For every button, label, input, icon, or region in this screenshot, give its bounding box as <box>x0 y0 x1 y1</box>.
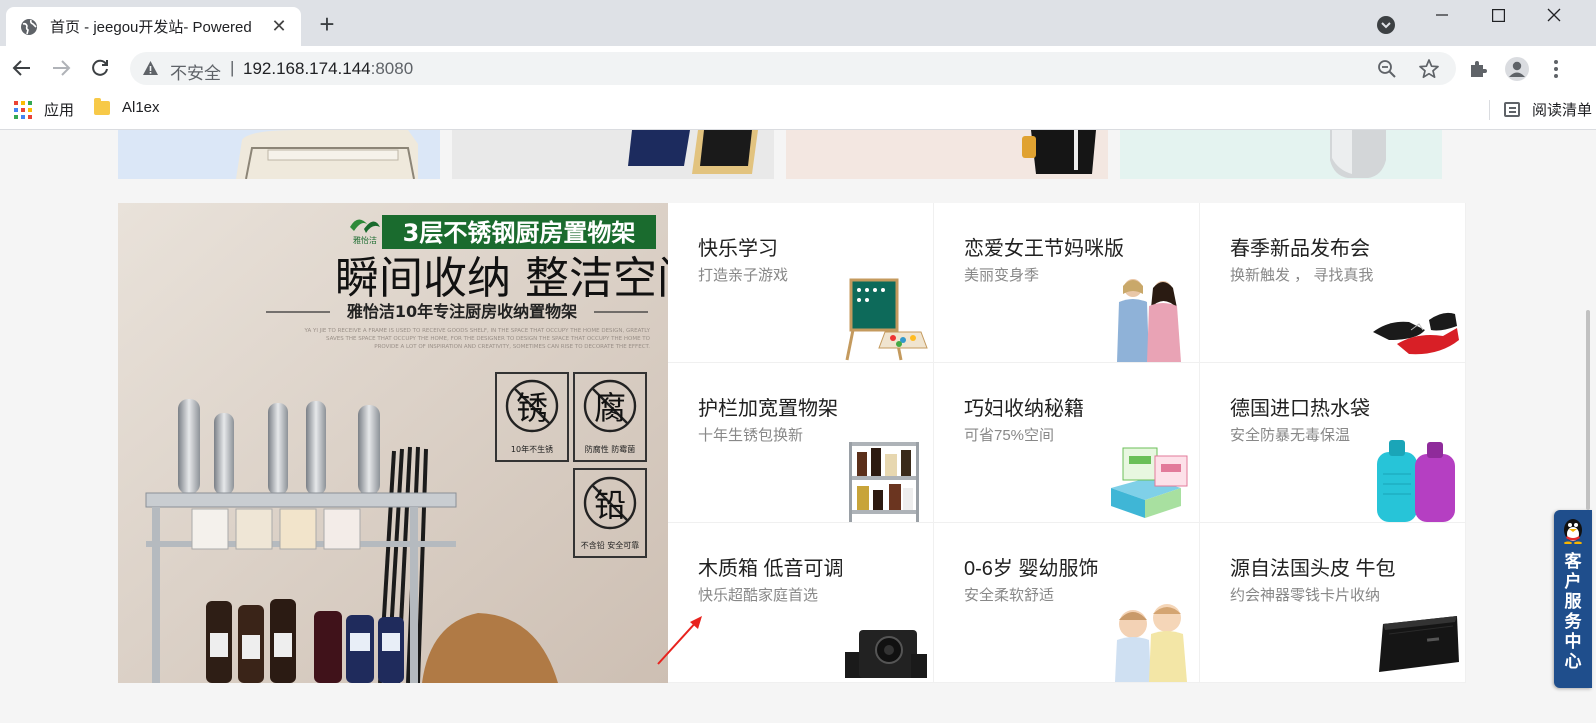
product-title: 快乐学习 <box>698 238 778 260</box>
promo-banner-fashion[interactable] <box>786 130 1108 179</box>
apps-grid-icon <box>14 100 32 119</box>
maximize-icon[interactable] <box>1476 0 1520 30</box>
page-content: 雅怡洁 3层不锈钢厨房置物架 瞬间收纳 整洁空间 雅怡洁10年专注厨房收纳置物架… <box>0 130 1596 723</box>
reading-list-icon <box>1503 102 1520 117</box>
bookmarks-bar: 应用 Al1ex 阅读清单 <box>0 90 1596 130</box>
product-subtitle: 安全柔软舒适 <box>964 587 1055 604</box>
product-card[interactable]: 护栏加宽置物架 十年生锈包换新 <box>668 363 934 523</box>
product-title: 巧妇收纳秘籍 <box>964 398 1084 420</box>
product-title: 木质箱 低音可调 <box>698 558 844 580</box>
bookmark-label: Al1ex <box>122 99 160 116</box>
extensions-puzzle-icon[interactable] <box>1466 57 1490 81</box>
svg-text:铅: 铅 <box>594 486 626 524</box>
product-grid: 快乐学习 打造亲子游戏 恋爱女王节妈咪版 美丽变身季 春季新品发布会 换新触发 … <box>668 203 1466 683</box>
annotation-arrow <box>657 616 702 665</box>
svg-text:防腐性 防霉菌: 防腐性 防霉菌 <box>585 444 636 454</box>
reload-icon[interactable] <box>88 56 112 80</box>
product-title: 护栏加宽置物架 <box>698 398 838 420</box>
url-text[interactable]: 192.168.174.144:8080 <box>243 59 413 79</box>
forward-arrow-icon[interactable] <box>49 56 73 80</box>
address-separator: | <box>230 58 235 77</box>
svg-text:10年不生锈: 10年不生锈 <box>511 444 553 454</box>
ad-subline: 雅怡洁10年专注厨房收纳置物架 <box>346 302 577 321</box>
tab-title: 首页 - jeegou开发站- Powered <box>50 19 252 36</box>
ad-fine-print: YA YI JIE TO RECEIVE A FRAME IS USED TO … <box>304 328 650 350</box>
babies-photo <box>1115 604 1187 682</box>
scrollbar-thumb[interactable] <box>1586 310 1590 510</box>
svg-text:锈: 锈 <box>516 389 548 427</box>
minimize-icon[interactable] <box>1420 0 1464 30</box>
promo-banner-appliance[interactable] <box>1120 130 1442 179</box>
bookmark-al1ex[interactable]: Al1ex <box>94 97 160 116</box>
tab-strip: 首页 - jeegou开发站- Powered ✕ + <box>0 0 1596 46</box>
product-subtitle: 约会神器零钱卡片收纳 <box>1230 587 1381 604</box>
ad-headline: 瞬间收纳 整洁空间 <box>335 253 668 304</box>
product-title: 0-6岁 婴幼服饰 <box>964 558 1099 580</box>
hot-water-bottle-photo <box>1377 440 1455 522</box>
product-subtitle: 打造亲子游戏 <box>698 267 789 284</box>
bookmark-star-icon[interactable] <box>1418 58 1440 80</box>
mother-daughter-photo <box>1117 279 1181 362</box>
promo-banner-phones[interactable] <box>452 130 774 179</box>
product-subtitle: 十年生锈包换新 <box>698 427 804 444</box>
bookmark-apps[interactable]: 应用 <box>14 99 74 120</box>
reading-list-label: 阅读清单 <box>1531 102 1592 119</box>
browser-menu-icon[interactable] <box>1544 57 1568 81</box>
browser-toolbar: 不安全 | 192.168.174.144:8080 <box>0 46 1596 90</box>
product-subtitle: 美丽变身季 <box>964 267 1040 284</box>
product-card[interactable]: 源自法国头皮 牛包 约会神器零钱卡片收纳 <box>1200 523 1466 683</box>
product-subtitle: 换新触发 ， 寻找真我 <box>1230 267 1374 284</box>
wallet-photo <box>1379 616 1459 672</box>
product-card[interactable]: 德国进口热水袋 安全防暴无毒保温 <box>1200 363 1466 523</box>
new-tab-button[interactable]: + <box>314 11 340 38</box>
svg-text:不含铅 安全可靠: 不含铅 安全可靠 <box>581 540 640 550</box>
product-card[interactable]: 春季新品发布会 换新触发 ， 寻找真我 <box>1200 203 1466 363</box>
easel-board-icon <box>845 278 928 361</box>
svg-text:腐: 腐 <box>594 389 626 427</box>
product-title: 春季新品发布会 <box>1230 238 1370 260</box>
red-shoes-photo <box>1373 312 1459 355</box>
divider <box>1488 99 1490 120</box>
product-subtitle: 可省75%空间 <box>964 427 1055 444</box>
browser-tab[interactable]: 首页 - jeegou开发站- Powered ✕ <box>6 7 301 46</box>
back-arrow-icon[interactable] <box>10 56 34 80</box>
shelf-rack-photo <box>849 442 919 522</box>
product-title: 源自法国头皮 牛包 <box>1230 558 1396 580</box>
close-window-icon[interactable] <box>1532 0 1576 30</box>
speaker-photo <box>845 630 927 678</box>
folder-icon <box>94 97 110 115</box>
product-card[interactable]: 恋爱女王节妈咪版 美丽变身季 <box>934 203 1200 363</box>
product-subtitle: 快乐超酷家庭首选 <box>698 587 819 604</box>
product-card[interactable]: 0-6岁 婴幼服饰 安全柔软舒适 <box>934 523 1200 683</box>
globe-icon <box>21 18 37 35</box>
tab-search-icon[interactable] <box>1375 14 1397 36</box>
product-subtitle: 安全防暴无毒保温 <box>1230 427 1351 444</box>
tab-close-icon[interactable]: ✕ <box>269 16 289 37</box>
product-card[interactable]: 巧妇收纳秘籍 可省75%空间 <box>934 363 1200 523</box>
not-secure-warning-icon[interactable] <box>142 60 159 77</box>
bookmark-label: 应用 <box>44 102 75 119</box>
featured-product-ad[interactable]: 雅怡洁 3层不锈钢厨房置物架 瞬间收纳 整洁空间 雅怡洁10年专注厨房收纳置物架… <box>118 203 668 683</box>
product-title: 恋爱女王节妈咪版 <box>964 238 1124 260</box>
reading-list-button[interactable]: 阅读清单 <box>1488 99 1596 120</box>
profile-avatar-icon[interactable] <box>1505 57 1529 81</box>
page-scrollbar[interactable] <box>1580 130 1596 723</box>
storage-boxes-photo <box>1111 447 1188 518</box>
address-bar[interactable]: 不安全 | 192.168.174.144:8080 <box>130 52 1456 85</box>
product-title: 德国进口热水袋 <box>1230 398 1370 420</box>
ad-headline-tag: 3层不锈钢厨房置物架 <box>403 219 636 247</box>
promo-banner-furniture[interactable] <box>118 130 440 179</box>
brand-logo-text: 雅怡洁 <box>353 235 377 245</box>
product-card[interactable]: 快乐学习 打造亲子游戏 <box>668 203 934 363</box>
zoom-out-icon[interactable] <box>1377 59 1397 79</box>
security-label: 不安全 <box>170 64 221 83</box>
